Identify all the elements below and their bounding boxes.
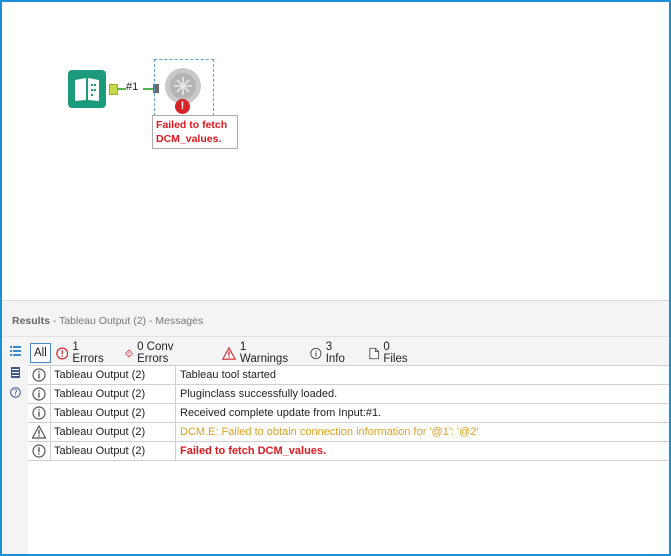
message-text: DCM.E: Failed to obtain connection infor… xyxy=(180,426,479,438)
conversion-error-icon xyxy=(125,349,134,357)
filter-conv-errors-label: 0 Conv Errors xyxy=(137,341,174,365)
error-callout-line: Failed to fetch xyxy=(156,119,228,131)
filter-errors-button[interactable]: 1 Errors xyxy=(56,341,106,365)
error-icon xyxy=(32,444,46,458)
book-icon xyxy=(75,78,99,101)
connection-label: #1 xyxy=(126,81,139,93)
filter-warnings-label: 1 Warnings xyxy=(239,341,289,365)
error-callout-line: DCM_values. xyxy=(156,133,222,145)
results-panel: Results - Tableau Output (2) - Messages … xyxy=(2,300,669,554)
filter-all-button[interactable]: All xyxy=(30,343,51,363)
workflow-canvas[interactable]: #1 ! Failed to fetch DCM_values. xyxy=(2,2,669,300)
results-title: Results xyxy=(12,315,50,327)
filter-files-label: 0 Files xyxy=(383,341,408,365)
table-view-icon[interactable] xyxy=(10,367,21,378)
table-row[interactable]: Tableau Output (2) DCM.E: Failed to obta… xyxy=(28,423,669,442)
input-data-tool[interactable] xyxy=(68,70,106,108)
message-source: Tableau Output (2) xyxy=(50,404,176,422)
messages-table[interactable]: Tableau Output (2) Tableau tool started … xyxy=(28,365,669,554)
filter-all-label: All xyxy=(34,347,47,359)
list-view-icon[interactable] xyxy=(10,345,21,356)
message-source: Tableau Output (2) xyxy=(50,442,176,460)
file-icon xyxy=(369,347,380,359)
filter-info-label: 3 Info xyxy=(325,341,345,365)
info-icon xyxy=(32,368,46,382)
results-side-toolbar: ? xyxy=(2,339,26,554)
info-icon xyxy=(32,406,46,420)
app-frame: #1 ! Failed to fetch DCM_values. Results… xyxy=(0,0,671,556)
message-text: Pluginclass successfully loaded. xyxy=(180,388,338,400)
connection-line xyxy=(117,88,126,90)
warning-icon xyxy=(32,425,46,439)
message-text: Failed to fetch DCM_values. xyxy=(180,445,327,457)
message-text: Tableau tool started xyxy=(180,369,277,381)
table-row[interactable]: Tableau Output (2) Pluginclass successfu… xyxy=(28,385,669,404)
filter-files-button[interactable]: 0 Files xyxy=(369,341,410,365)
info-icon xyxy=(310,347,322,359)
table-row[interactable]: Tableau Output (2) Tableau tool started xyxy=(28,366,669,385)
filter-conv-errors-button[interactable]: 0 Conv Errors xyxy=(125,341,175,365)
warning-icon xyxy=(222,346,236,360)
divider xyxy=(2,336,669,337)
message-source: Tableau Output (2) xyxy=(50,385,176,403)
info-icon xyxy=(32,387,46,401)
filter-warnings-button[interactable]: 1 Warnings xyxy=(222,341,290,365)
filter-info-button[interactable]: 3 Info xyxy=(310,341,348,365)
results-header: Results - Tableau Output (2) - Messages xyxy=(12,315,203,327)
error-badge-icon: ! xyxy=(175,99,190,114)
filter-errors-label: 1 Errors xyxy=(72,341,104,365)
message-source: Tableau Output (2) xyxy=(50,366,176,384)
table-row[interactable]: Tableau Output (2) Received complete upd… xyxy=(28,404,669,423)
results-subtitle: - Tableau Output (2) - Messages xyxy=(49,315,204,327)
error-icon xyxy=(56,347,69,359)
error-callout: Failed to fetch DCM_values. xyxy=(152,115,238,149)
svg-text:?: ? xyxy=(13,388,17,397)
table-row[interactable]: Tableau Output (2) Failed to fetch DCM_v… xyxy=(28,442,669,461)
message-source: Tableau Output (2) xyxy=(50,423,176,441)
message-text: Received complete update from Input:#1. xyxy=(180,407,382,419)
help-icon[interactable]: ? xyxy=(10,387,21,398)
